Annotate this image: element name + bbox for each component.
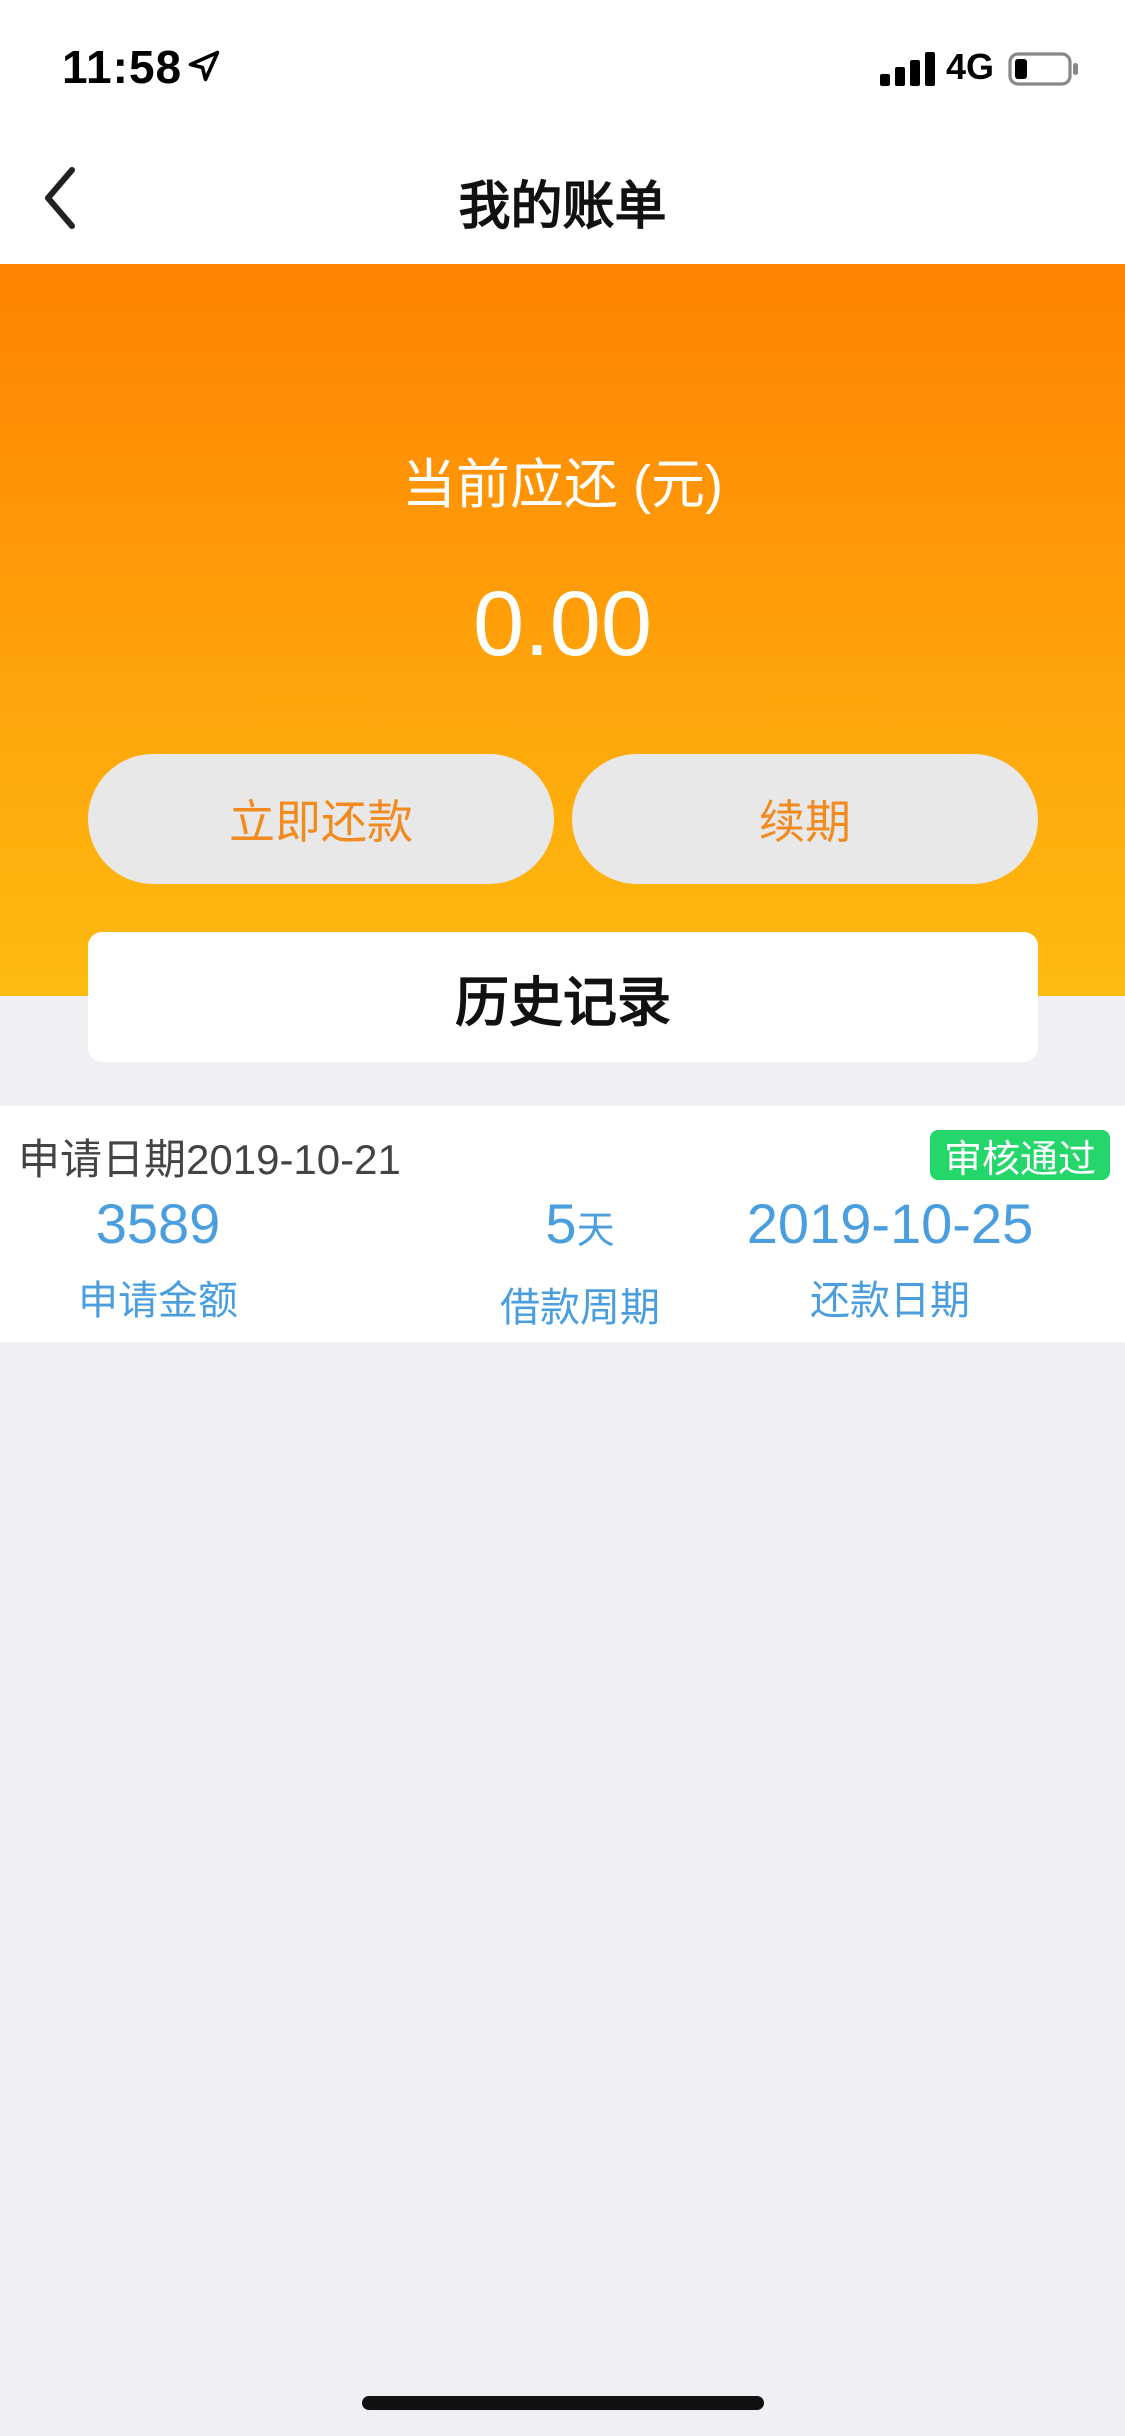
signal-icon [880, 52, 935, 86]
current-due-amount: 0.00 [472, 573, 653, 675]
renew-button[interactable]: 续期 [572, 754, 1038, 884]
home-indicator[interactable] [362, 2396, 764, 2410]
apply-amount-label: 申请金额 [78, 1279, 238, 1323]
repay-date-label: 还款日期 [810, 1279, 970, 1323]
bill-record[interactable]: 申请日期2019-10-21 审核通过 3589 申请金额 5天 借款周期 20… [0, 1106, 1125, 1342]
apply-date-value: 2019-10-21 [186, 1136, 401, 1183]
network-type: 4G [946, 46, 995, 87]
battery-icon [1008, 52, 1078, 86]
page-title: 我的账单 [458, 178, 667, 236]
loan-period-column: 5天 借款周期 [480, 1192, 680, 1333]
history-header: 历史记录 [88, 932, 1038, 1062]
loan-period-value: 5 [545, 1192, 577, 1255]
repay-date-column: 2019-10-25 还款日期 [730, 1192, 1050, 1326]
current-due-label: 当前应还 (元) [402, 455, 723, 515]
status-badge: 审核通过 [930, 1130, 1110, 1181]
status-time: 11:58 [62, 41, 183, 93]
balance-header: 当前应还 (元) 0.00 [0, 264, 1125, 996]
apply-amount-column: 3589 申请金额 [50, 1192, 266, 1326]
loan-period-label: 借款周期 [500, 1286, 660, 1330]
loan-period-value-row: 5天 [480, 1192, 680, 1263]
apply-date: 申请日期2019-10-21 [18, 1126, 401, 1187]
repay-date-value: 2019-10-25 [746, 1192, 1034, 1255]
nav-bar: 我的账单 [0, 132, 1125, 264]
apply-date-label: 申请日期 [18, 1136, 187, 1183]
loan-period-unit: 天 [576, 1210, 615, 1252]
status-bar: 11:58 4G [0, 0, 1125, 132]
repay-now-button[interactable]: 立即还款 [88, 754, 554, 884]
history-title: 历史记录 [455, 972, 671, 1033]
apply-amount-value: 3589 [95, 1192, 221, 1255]
location-arrow-icon [188, 50, 220, 82]
